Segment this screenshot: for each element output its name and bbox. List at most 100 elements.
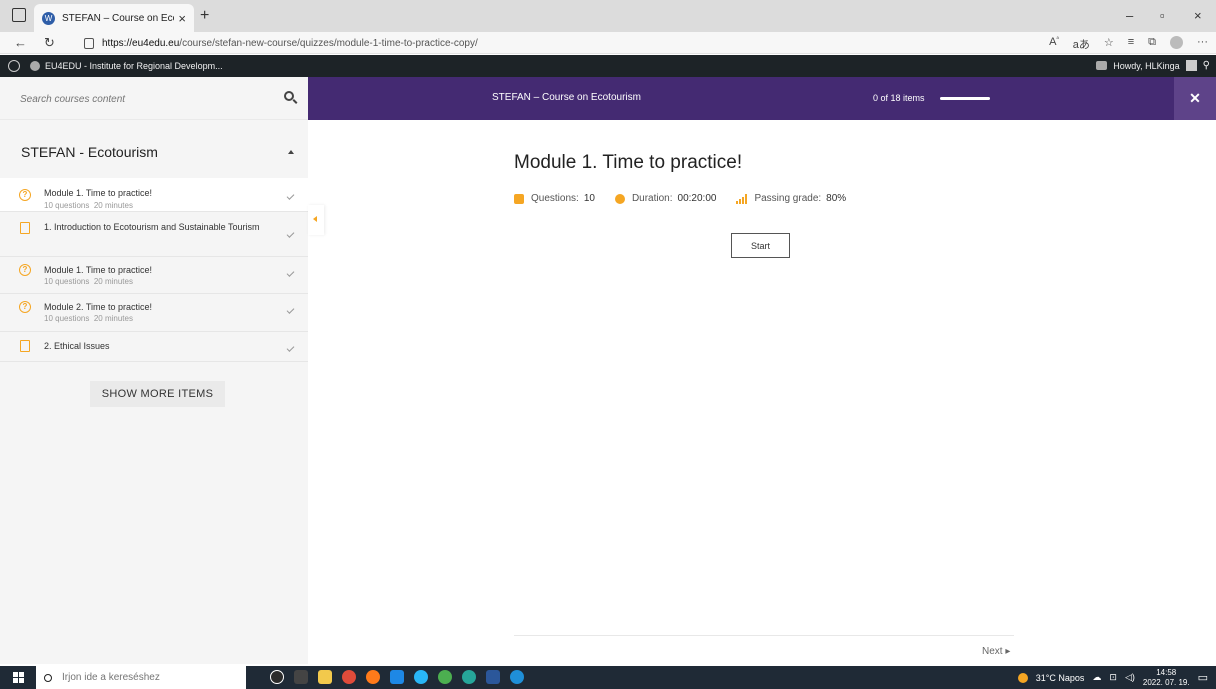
next-link[interactable]: Next ▸ xyxy=(982,646,1010,657)
browser-tabstrip: W STEFAN – Course on Ecotourism × + – ▫ … xyxy=(0,0,1216,32)
passing-grade-icon xyxy=(736,193,748,204)
profile-avatar-icon[interactable] xyxy=(1170,36,1183,49)
app-icon[interactable] xyxy=(414,670,428,684)
weather-text[interactable]: 31°C Napos xyxy=(1036,673,1085,683)
refresh-icon[interactable]: ↻ xyxy=(44,35,55,51)
wp-admin-bar: EU4EDU - Institute for Regional Developm… xyxy=(0,55,1216,77)
comments-icon[interactable] xyxy=(1096,61,1108,70)
chrome-profile-icon[interactable] xyxy=(438,670,452,684)
caret-up-icon[interactable] xyxy=(288,150,294,154)
lesson-icon xyxy=(20,340,30,352)
progress-bar xyxy=(940,97,990,100)
windows-taskbar: 31°C Napos ☁ ⊡ ◁) 14:582022. 07. 19. ▭ xyxy=(0,666,1216,689)
item-name: Module 1. Time to practice! xyxy=(44,188,153,198)
item-meta: 10 questions 20 minutes xyxy=(44,277,133,286)
browser-navbar: ← ↻ https://eu4edu.eu/course/stefan-new-… xyxy=(0,32,1216,54)
user-avatar[interactable] xyxy=(1185,60,1197,71)
collapse-sidebar-toggle[interactable] xyxy=(308,205,324,235)
sidebar-search xyxy=(0,77,308,120)
passing-grade-value: 80% xyxy=(826,193,847,204)
clock-icon xyxy=(614,193,625,204)
tab-title: STEFAN – Course on Ecotourism xyxy=(62,12,174,24)
lesson-icon xyxy=(20,222,30,234)
word-icon[interactable] xyxy=(486,670,500,684)
curriculum-item[interactable]: ? Module 2. Time to practice! 10 questio… xyxy=(0,294,308,332)
curriculum-item[interactable]: ? Module 1. Time to practice! 10 questio… xyxy=(0,178,308,212)
file-explorer-icon[interactable] xyxy=(318,670,332,684)
notification-icon[interactable]: ▭ xyxy=(1198,671,1208,684)
close-course-button[interactable]: ✕ xyxy=(1174,77,1216,120)
questions-label: Questions: xyxy=(531,193,579,204)
item-name: 1. Introduction to Ecotourism and Sustai… xyxy=(44,222,260,232)
network-icon[interactable]: ⊡ xyxy=(1109,672,1117,683)
translate-icon[interactable]: aあ xyxy=(1073,36,1090,52)
check-icon xyxy=(286,269,295,277)
tab-close-icon[interactable]: × xyxy=(178,11,186,26)
check-icon xyxy=(286,344,295,352)
firefox-icon[interactable] xyxy=(366,670,380,684)
course-sidebar: STEFAN - Ecotourism ? Module 1. Time to … xyxy=(0,77,308,664)
wordpress-logo-icon[interactable] xyxy=(8,60,20,72)
item-meta: 10 questions 20 minutes xyxy=(44,201,133,210)
weather-sun-icon xyxy=(1017,672,1028,683)
quiz-meta: Questions: 10 Duration: 00:20:00 Passing… xyxy=(514,193,846,204)
show-more-items-button[interactable]: SHOW MORE ITEMS xyxy=(90,381,225,407)
system-tray: 31°C Napos ☁ ⊡ ◁) 14:58 2022. 07. 19. ▭ xyxy=(1017,666,1208,689)
curriculum-item[interactable]: ? Module 1. Time to practice! 10 questio… xyxy=(0,257,308,294)
url-text: https://eu4edu.eu/course/stefan-new-cour… xyxy=(102,37,478,49)
admin-search-icon[interactable]: ⚲ xyxy=(1203,60,1210,71)
questions-icon xyxy=(514,193,524,204)
taskbar-search-input[interactable] xyxy=(62,672,212,683)
address-bar[interactable]: https://eu4edu.eu/course/stefan-new-cour… xyxy=(70,34,1020,52)
search-courses-input[interactable] xyxy=(20,89,270,109)
start-quiz-button[interactable]: Start xyxy=(731,233,790,258)
wordpress-favicon-icon: W xyxy=(42,11,55,25)
passing-grade-label: Passing grade: xyxy=(754,193,822,204)
taskbar-search[interactable] xyxy=(36,666,246,689)
cortana-icon[interactable] xyxy=(270,670,284,684)
windows-start-icon[interactable] xyxy=(13,672,24,683)
curriculum-item[interactable]: 2. Ethical Issues xyxy=(0,332,308,362)
volume-icon[interactable]: ◁) xyxy=(1125,672,1135,683)
site-name-link[interactable]: EU4EDU - Institute for Regional Developm… xyxy=(45,61,223,71)
progress-text: 0 of 18 items xyxy=(873,93,925,103)
course-title: STEFAN – Course on Ecotourism xyxy=(492,92,641,103)
check-icon xyxy=(286,192,295,200)
user-greeting[interactable]: Howdy, HLKinga xyxy=(1113,61,1179,71)
edge-icon[interactable] xyxy=(510,670,524,684)
tab-actions-icon[interactable] xyxy=(12,8,26,22)
read-aloud-icon[interactable]: Aᵃ xyxy=(1049,36,1059,52)
onedrive-icon[interactable]: ☁ xyxy=(1092,672,1101,683)
app-icon[interactable] xyxy=(390,670,404,684)
taskbar-clock[interactable]: 14:58 2022. 07. 19. xyxy=(1143,668,1190,688)
window-close-icon[interactable]: × xyxy=(1194,8,1202,23)
task-view-icon[interactable] xyxy=(294,670,308,684)
taskbar-apps xyxy=(270,670,524,684)
chrome-profile-icon[interactable] xyxy=(462,670,476,684)
more-menu-icon[interactable]: ··· xyxy=(1197,36,1208,52)
collections-icon[interactable]: ⧉ xyxy=(1148,36,1156,52)
progress-fill xyxy=(940,97,990,100)
course-header: STEFAN – Course on Ecotourism 0 of 18 it… xyxy=(308,77,1216,120)
lock-icon xyxy=(84,37,94,49)
chrome-icon[interactable] xyxy=(342,670,356,684)
favorite-star-icon[interactable]: ☆ xyxy=(1104,36,1114,52)
new-tab-button[interactable]: + xyxy=(200,7,209,25)
curriculum-list: ? Module 1. Time to practice! 10 questio… xyxy=(0,178,308,362)
favorites-list-icon[interactable]: ≡ xyxy=(1128,36,1134,52)
quiz-title: Module 1. Time to practice! xyxy=(514,152,743,173)
back-icon[interactable]: ← xyxy=(14,35,27,50)
quiz-icon: ? xyxy=(19,264,31,276)
browser-tab[interactable]: W STEFAN – Course on Ecotourism × xyxy=(34,4,194,32)
check-icon xyxy=(286,306,295,314)
questions-value: 10 xyxy=(583,193,595,204)
item-name: Module 2. Time to practice! xyxy=(44,302,153,312)
search-icon[interactable] xyxy=(284,91,294,101)
duration-value: 00:20:00 xyxy=(677,193,717,204)
quiz-icon: ? xyxy=(19,301,31,313)
footer-divider xyxy=(514,635,1014,636)
minimize-icon[interactable]: – xyxy=(1126,8,1133,23)
restore-icon[interactable]: ▫ xyxy=(1160,8,1165,23)
section-title[interactable]: STEFAN - Ecotourism xyxy=(21,144,158,160)
curriculum-item[interactable]: 1. Introduction to Ecotourism and Sustai… xyxy=(0,212,308,257)
